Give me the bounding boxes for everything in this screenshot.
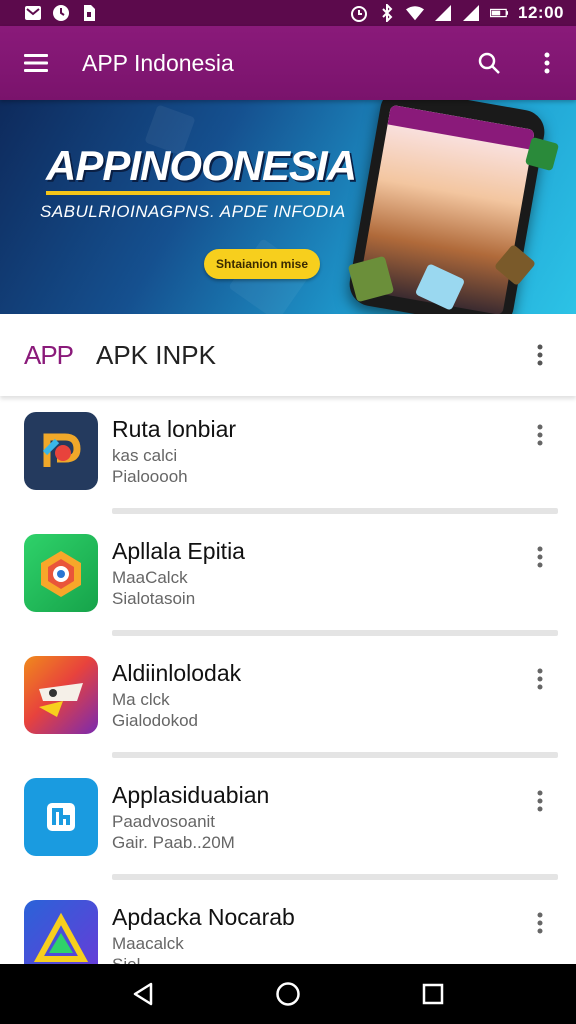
sim-icon xyxy=(80,4,98,22)
signal-icon xyxy=(462,4,480,22)
app-icon xyxy=(24,534,98,612)
app-bar: APP Indonesia xyxy=(0,26,576,100)
section-title: APK INPK xyxy=(96,339,216,370)
section-header: APP APK INPK xyxy=(0,314,576,396)
app-name: Aldiinlolodak xyxy=(112,660,242,686)
more-vertical-icon[interactable] xyxy=(526,418,554,452)
app-name: Apdacka Nocarab xyxy=(112,904,295,930)
promo-banner[interactable]: APPINOONESIA SABULRIOINAGPNS. APDE INFOD… xyxy=(0,100,576,314)
list-divider xyxy=(112,508,558,514)
app-developer: kas calci xyxy=(112,446,178,465)
battery-icon xyxy=(490,4,509,22)
bluetooth-icon xyxy=(378,4,396,22)
clock-icon xyxy=(52,4,70,22)
list-item[interactable]: Ruta lonbiar kas calci Pialooooh xyxy=(0,396,576,518)
banner-underline xyxy=(46,191,330,195)
list-divider xyxy=(112,874,558,880)
recents-icon[interactable] xyxy=(403,964,463,1024)
phone-screen-bar xyxy=(387,104,535,150)
more-vertical-icon[interactable] xyxy=(526,662,554,696)
signal-icon xyxy=(434,4,452,22)
page-title: APP Indonesia xyxy=(82,49,234,76)
more-vertical-icon[interactable] xyxy=(518,26,576,100)
banner-title: APPINOONESIA xyxy=(46,142,357,189)
more-vertical-icon[interactable] xyxy=(526,540,554,574)
app-developer: MaaCalck xyxy=(112,568,188,587)
app-icon xyxy=(24,412,98,490)
section-brand: APP xyxy=(24,339,74,370)
app-developer: Paadvosoanit xyxy=(112,812,216,831)
app-developer: Maacalck xyxy=(112,934,184,953)
back-icon[interactable] xyxy=(113,964,173,1024)
list-item[interactable]: Apllala Epitia MaaCalck Sialotasoin xyxy=(0,518,576,640)
search-icon[interactable] xyxy=(460,26,518,100)
more-vertical-icon[interactable] xyxy=(522,337,558,373)
list-divider xyxy=(112,630,558,636)
list-item[interactable]: Applasiduabian Paadvosoanit Gair. Paab..… xyxy=(0,762,576,884)
list-item[interactable]: Aldiinlolodak Ma clck Gialodokod xyxy=(0,640,576,762)
more-vertical-icon[interactable] xyxy=(526,906,554,940)
app-detail: Gair. Paab..20M xyxy=(112,833,235,852)
home-icon[interactable] xyxy=(258,964,318,1024)
banner-subtitle: SABULRIOINAGPNS. APDE INFODIA xyxy=(40,202,346,221)
app-detail: Pialooooh xyxy=(112,467,188,486)
banner-cta-button[interactable]: Shtaianion mise xyxy=(204,249,320,279)
more-vertical-icon[interactable] xyxy=(526,784,554,818)
status-bar: 12:00 xyxy=(0,0,576,26)
app-name: Ruta lonbiar xyxy=(112,416,237,442)
wifi-icon xyxy=(406,4,425,22)
app-detail: Gialodokod xyxy=(112,711,199,730)
status-time: 12:00 xyxy=(518,3,564,22)
system-nav-bar xyxy=(0,964,576,1024)
app-icon xyxy=(24,656,98,734)
app-name: Apllala Epitia xyxy=(112,538,245,564)
app-name: Applasiduabian xyxy=(112,782,270,808)
app-list: Ruta lonbiar kas calci Pialooooh Apllala… xyxy=(0,396,576,1006)
alarm-icon xyxy=(350,4,368,22)
app-developer: Ma clck xyxy=(112,690,170,709)
gmail-icon xyxy=(24,4,42,22)
list-divider xyxy=(112,752,558,758)
hamburger-menu-icon[interactable] xyxy=(0,26,72,100)
app-icon xyxy=(24,778,98,856)
app-detail: Sialotasoin xyxy=(112,589,196,608)
